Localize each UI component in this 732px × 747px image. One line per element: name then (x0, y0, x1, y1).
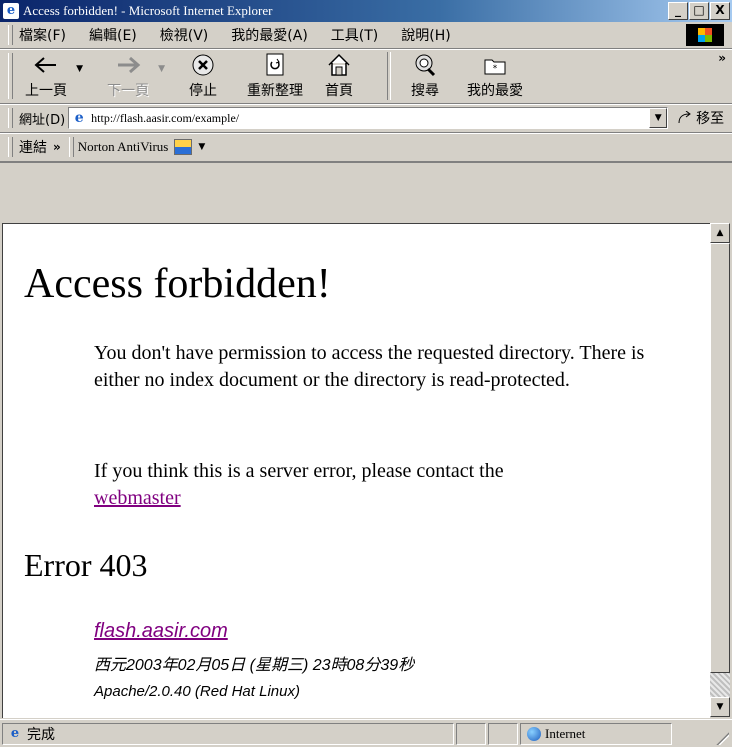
search-label: 搜尋 (411, 83, 439, 99)
menu-edit[interactable]: 編輯(E) (89, 25, 137, 45)
back-arrow-icon (33, 52, 59, 78)
address-url[interactable]: http://flash.aasir.com/example/ (91, 111, 239, 126)
search-button[interactable]: 搜尋 (411, 52, 439, 100)
ie-logo-icon: e (3, 3, 19, 19)
links-grip[interactable] (8, 137, 13, 157)
page-heading: Access forbidden! (24, 261, 331, 307)
go-button[interactable]: 移至 (677, 108, 724, 128)
refresh-icon (263, 52, 287, 78)
scroll-down-button[interactable]: ▼ (710, 697, 730, 717)
toolbar-grip[interactable] (8, 53, 13, 99)
favorites-label: 我的最愛 (467, 83, 523, 99)
internet-globe-icon (527, 727, 541, 741)
maximize-button[interactable]: □ (689, 2, 709, 20)
server-date: 西元2003年02月05日 (星期三) 23時08分39秒 (94, 657, 415, 674)
host-link[interactable]: flash.aasir.com (94, 620, 414, 643)
status-bar: e 完成 Internet (0, 719, 732, 747)
address-bar: 網址(D) e http://flash.aasir.com/example/ … (0, 104, 732, 133)
menu-help[interactable]: 說明(H) (401, 25, 450, 45)
norton-icon[interactable] (174, 139, 193, 155)
title-bar[interactable]: e Access forbidden! - Microsoft Internet… (0, 0, 732, 22)
page-content: Access forbidden! You don't have permiss… (2, 223, 710, 718)
scroll-track[interactable] (710, 673, 730, 697)
window-title: Access forbidden! - Microsoft Internet E… (23, 3, 273, 18)
home-icon (326, 52, 352, 78)
norton-dropdown-icon[interactable]: ▼ (198, 142, 205, 152)
address-grip[interactable] (8, 108, 13, 128)
back-button[interactable]: 上一頁 ▼ (25, 52, 83, 100)
server-signature: flash.aasir.com 西元2003年02月05日 (星期三) 23時0… (94, 620, 414, 700)
norton-grip[interactable] (68, 137, 74, 157)
contact-message: If you think this is a server error, ple… (94, 458, 684, 512)
back-label: 上一頁 (25, 83, 67, 99)
home-button[interactable]: 首頁 (325, 52, 353, 100)
error-code-title: Error 403 (24, 547, 148, 583)
favorites-folder-icon: * (482, 52, 508, 78)
page-icon: e (74, 110, 84, 126)
stop-button[interactable]: 停止 (189, 52, 217, 100)
menu-bar: 檔案(F) 編輯(E) 檢視(V) 我的最愛(A) 工具(T) 說明(H) (0, 22, 732, 49)
status-text: 完成 (27, 727, 55, 743)
toolbar-overflow-chevron[interactable]: » (718, 51, 726, 65)
menu-favorites[interactable]: 我的最愛(A) (231, 25, 308, 45)
links-chevron[interactable]: » (53, 140, 61, 154)
forward-label: 下一頁 (107, 83, 149, 99)
security-zone-pane[interactable]: Internet (520, 723, 672, 745)
server-version: Apache/2.0.40 (Red Hat Linux) (94, 683, 300, 700)
browser-window: e Access forbidden! - Microsoft Internet… (0, 0, 732, 747)
svg-text:*: * (493, 64, 498, 74)
links-bar: 連結 » Norton AntiVirus ▼ (0, 133, 732, 163)
forward-button[interactable]: 下一頁 ▼ (107, 52, 165, 100)
norton-antivirus-label[interactable]: Norton AntiVirus (78, 139, 169, 155)
frame-spacer (0, 163, 732, 223)
minimize-button[interactable]: _ (668, 2, 688, 20)
stop-label: 停止 (189, 83, 217, 99)
zone-label: Internet (545, 726, 586, 741)
favorites-button[interactable]: * 我的最愛 (467, 52, 523, 100)
forward-dropdown-icon[interactable]: ▼ (158, 64, 165, 74)
refresh-button[interactable]: 重新整理 (247, 52, 303, 100)
menu-grip[interactable] (8, 25, 13, 45)
address-dropdown-button[interactable]: ▼ (649, 108, 668, 128)
standard-toolbar: 上一頁 ▼ 下一頁 ▼ 停止 重新整理 首頁 搜尋 * 我的最愛 » (0, 49, 732, 104)
search-icon (412, 52, 438, 78)
resize-grip[interactable] (715, 731, 729, 745)
scroll-up-button[interactable]: ▲ (710, 223, 730, 243)
window-controls: _ □ X (667, 2, 730, 20)
toolbar-separator (387, 52, 391, 100)
vertical-scrollbar[interactable]: ▲ ▼ (710, 223, 730, 717)
links-label: 連結 (19, 140, 47, 156)
forward-arrow-icon (115, 52, 141, 78)
menu-file[interactable]: 檔案(F) (19, 25, 66, 45)
permission-message: You don't have permission to access the … (94, 342, 645, 391)
status-pane-1 (456, 723, 486, 745)
go-arrow-icon (678, 111, 691, 124)
back-dropdown-icon[interactable]: ▼ (76, 64, 83, 74)
status-pane-2 (488, 723, 518, 745)
menu-tools[interactable]: 工具(T) (331, 25, 378, 45)
windows-logo-icon (686, 24, 724, 46)
go-label: 移至 (696, 111, 725, 127)
page-done-icon: e (10, 726, 20, 741)
contact-text: If you think this is a server error, ple… (94, 460, 504, 482)
close-button[interactable]: X (710, 2, 730, 20)
home-label: 首頁 (325, 83, 353, 99)
address-input[interactable]: e http://flash.aasir.com/example/ ▼ (68, 107, 669, 129)
refresh-label: 重新整理 (247, 83, 303, 99)
status-main-pane: e 完成 (2, 723, 454, 745)
webmaster-link[interactable]: webmaster (94, 487, 181, 509)
scroll-thumb[interactable] (710, 243, 730, 673)
menu-view[interactable]: 檢視(V) (160, 25, 209, 45)
stop-icon (191, 52, 215, 78)
address-label: 網址(D) (19, 112, 66, 128)
